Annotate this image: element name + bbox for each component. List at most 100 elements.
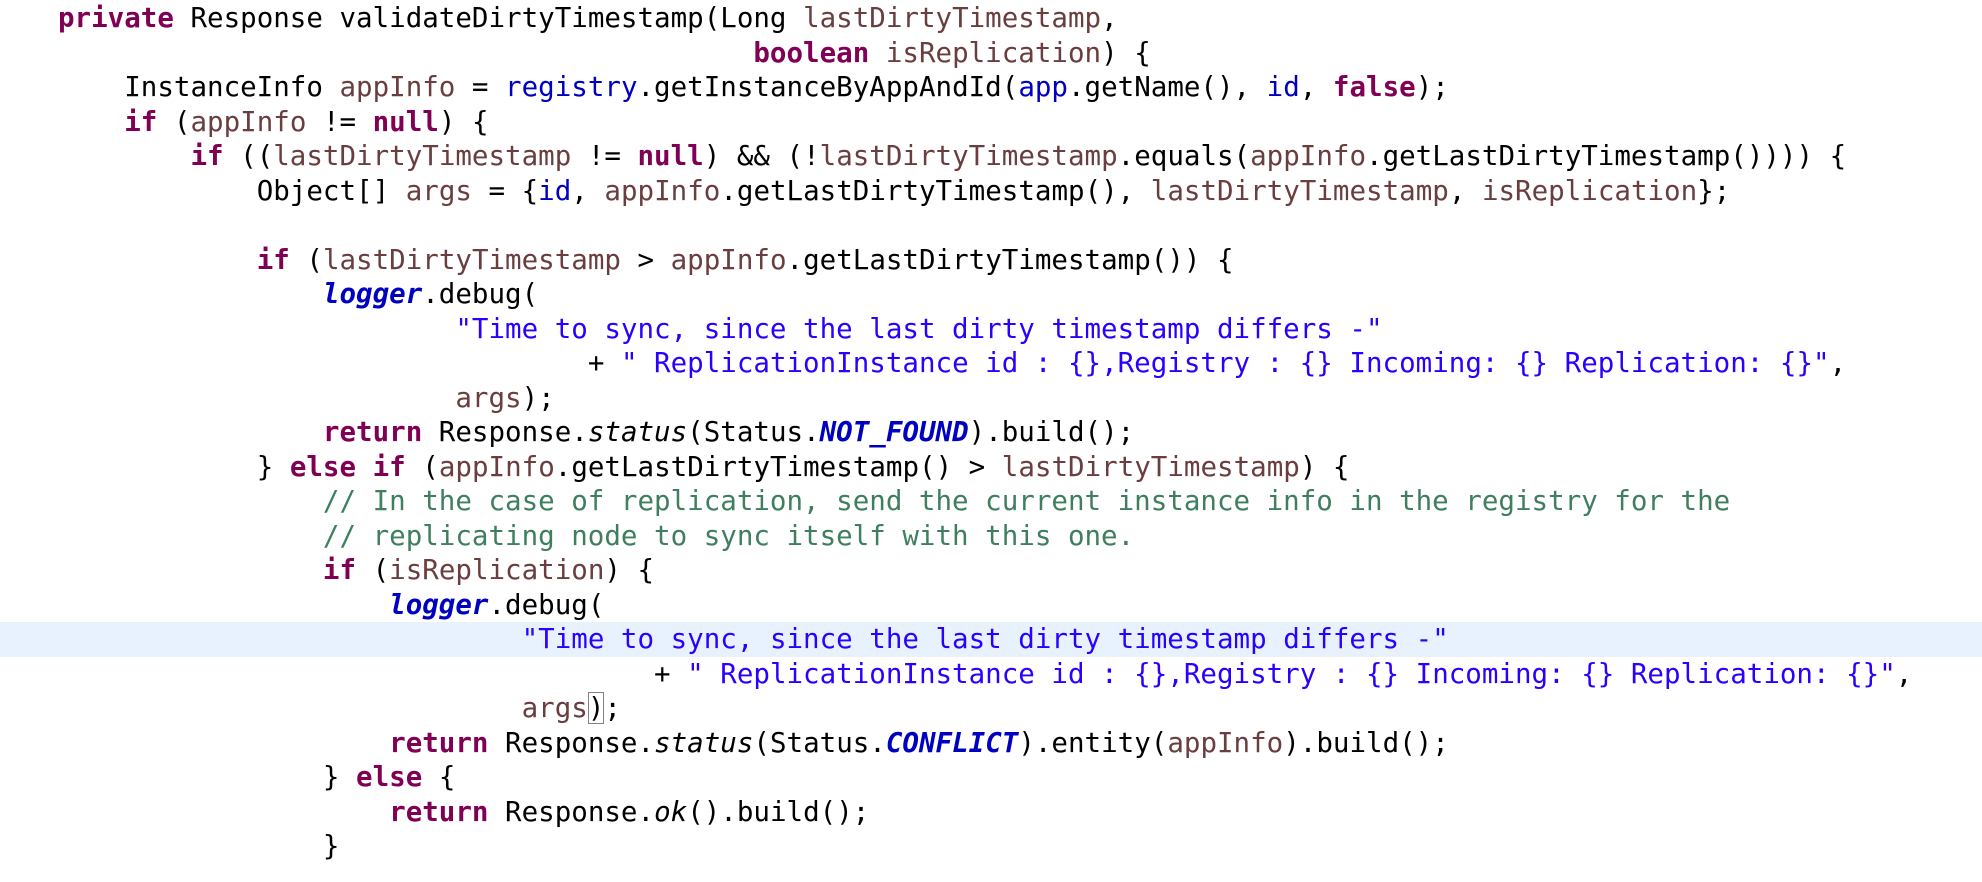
indentation xyxy=(58,313,455,345)
field-token: app xyxy=(1018,71,1068,103)
keyword-token: if xyxy=(372,450,406,483)
keyword-token: if xyxy=(190,140,224,172)
code-line[interactable]: if (appInfo != null) { xyxy=(0,105,1982,140)
keyword-token: null xyxy=(372,105,439,138)
code-line[interactable]: "Time to sync, since the last dirty time… xyxy=(0,312,1982,347)
code-token: ) { xyxy=(1299,450,1350,483)
code-token: .equals( xyxy=(1117,140,1251,172)
static-method-token: ok xyxy=(654,795,688,828)
local-variable-token: lastDirtyTimestamp xyxy=(322,243,621,276)
code-line[interactable]: + " ReplicationInstance id : {},Registry… xyxy=(0,657,1982,692)
code-token: .getLastDirtyTimestamp() > xyxy=(554,450,1002,483)
code-line[interactable]: } else { xyxy=(0,760,1982,795)
code-line[interactable]: return Response.status(Status.CONFLICT).… xyxy=(0,726,1982,761)
code-line-text: return Response.status(Status.NOT_FOUND)… xyxy=(58,415,1134,450)
code-line[interactable]: InstanceInfo appInfo = registry.getInsta… xyxy=(0,70,1982,105)
indentation xyxy=(58,244,257,276)
code-line[interactable]: Object[] args = {id, appInfo.getLastDirt… xyxy=(0,174,1982,209)
code-line[interactable]: } else if (appInfo.getLastDirtyTimestamp… xyxy=(0,450,1982,485)
local-variable-token: appInfo xyxy=(1250,140,1367,172)
code-token: + xyxy=(654,657,688,690)
code-line[interactable]: if ((lastDirtyTimestamp != null) && (!la… xyxy=(0,139,1982,174)
code-token: ().build(); xyxy=(687,795,870,828)
indentation xyxy=(58,727,389,759)
indentation xyxy=(58,554,323,586)
code-token: .getInstanceByAppAndId( xyxy=(637,71,1019,103)
indentation xyxy=(58,175,257,207)
current-code-line[interactable]: "Time to sync, since the last dirty time… xyxy=(0,622,1982,657)
static-field-token: NOT_FOUND xyxy=(819,416,969,448)
code-token: , xyxy=(1101,2,1118,34)
code-line[interactable]: logger.debug( xyxy=(0,588,1982,623)
indentation xyxy=(58,658,654,690)
code-token: .getLastDirtyTimestamp()))) { xyxy=(1366,140,1847,172)
code-line[interactable]: // In the case of replication, send the … xyxy=(0,484,1982,519)
indentation xyxy=(58,382,455,414)
code-line-text: logger.debug( xyxy=(58,588,604,623)
local-variable-token: isReplication xyxy=(1481,174,1698,207)
code-token: (Status. xyxy=(687,416,820,448)
code-line[interactable]: + " ReplicationInstance id : {},Registry… xyxy=(0,346,1982,381)
code-token: Response. xyxy=(488,795,655,828)
code-line[interactable]: args); xyxy=(0,691,1982,726)
code-line[interactable]: boolean isReplication) { xyxy=(0,36,1982,71)
code-line-text: if (isReplication) { xyxy=(58,553,654,588)
code-line[interactable]: } xyxy=(0,829,1982,864)
string-literal: "Time to sync, since the last dirty time… xyxy=(521,623,1449,655)
code-token: > xyxy=(620,243,671,276)
code-line[interactable] xyxy=(0,208,1982,243)
code-line-text: args); xyxy=(58,381,554,416)
code-line-text: "Time to sync, since the last dirty time… xyxy=(58,622,1449,657)
indentation xyxy=(58,520,323,552)
code-token: } xyxy=(322,830,340,862)
string-literal: " ReplicationInstance id : {},Registry :… xyxy=(620,347,1830,379)
code-line[interactable]: return Response.ok().build(); xyxy=(0,795,1982,830)
comment-text: // In the case of replication, send the … xyxy=(322,485,1731,517)
code-token: (Status. xyxy=(753,726,886,759)
code-line-text: Object[] args = {id, appInfo.getLastDirt… xyxy=(58,174,1731,209)
local-variable-token: lastDirtyTimestamp xyxy=(1001,450,1300,483)
code-line-text: + " ReplicationInstance id : {},Registry… xyxy=(58,346,1846,381)
field-token: id xyxy=(538,174,572,207)
code-token: .getName(), xyxy=(1067,71,1267,103)
code-line[interactable]: return Response.status(Status.NOT_FOUND)… xyxy=(0,415,1982,450)
indentation xyxy=(58,623,522,655)
string-literal: "Time to sync, since the last dirty time… xyxy=(455,312,1383,345)
code-line-text: } xyxy=(58,829,340,864)
indentation xyxy=(58,278,323,310)
matched-bracket: ) xyxy=(587,692,605,724)
code-line[interactable]: args); xyxy=(0,381,1982,416)
code-token: , xyxy=(571,174,605,207)
code-editor[interactable]: private Response validateDirtyTimestamp(… xyxy=(0,0,1982,882)
code-token: != xyxy=(306,105,373,138)
code-token: , xyxy=(1448,174,1482,207)
indentation xyxy=(58,71,124,103)
code-line[interactable]: if (isReplication) { xyxy=(0,553,1982,588)
keyword-token: false xyxy=(1332,71,1416,103)
code-line-text: } else if (appInfo.getLastDirtyTimestamp… xyxy=(58,450,1350,485)
code-token: .debug( xyxy=(488,588,605,621)
keyword-token: return xyxy=(322,416,423,448)
code-token: ( xyxy=(405,450,439,483)
code-token: } xyxy=(322,761,357,793)
static-field-token: logger xyxy=(389,588,489,621)
code-line-text: // replicating node to sync itself with … xyxy=(58,519,1134,554)
code-token: ) && (! xyxy=(703,140,820,172)
code-line[interactable]: // replicating node to sync itself with … xyxy=(0,519,1982,554)
code-token: ) { xyxy=(604,554,655,586)
code-line-text: } else { xyxy=(58,760,455,795)
code-line-text: args); xyxy=(58,691,621,726)
code-token: Response validateDirtyTimestamp(Long xyxy=(173,2,804,34)
code-line[interactable]: logger.debug( xyxy=(0,277,1982,312)
local-variable-token: appInfo xyxy=(1167,726,1284,759)
keyword-token: return xyxy=(389,795,489,828)
code-token: } xyxy=(256,450,290,483)
code-token: , xyxy=(1895,657,1913,690)
static-method-token: status xyxy=(654,726,754,759)
code-line[interactable]: private Response validateDirtyTimestamp(… xyxy=(0,1,1982,36)
local-variable-token: lastDirtyTimestamp xyxy=(819,140,1118,172)
code-line[interactable]: if (lastDirtyTimestamp > appInfo.getLast… xyxy=(0,243,1982,278)
code-token: ).build(); xyxy=(1283,726,1449,759)
